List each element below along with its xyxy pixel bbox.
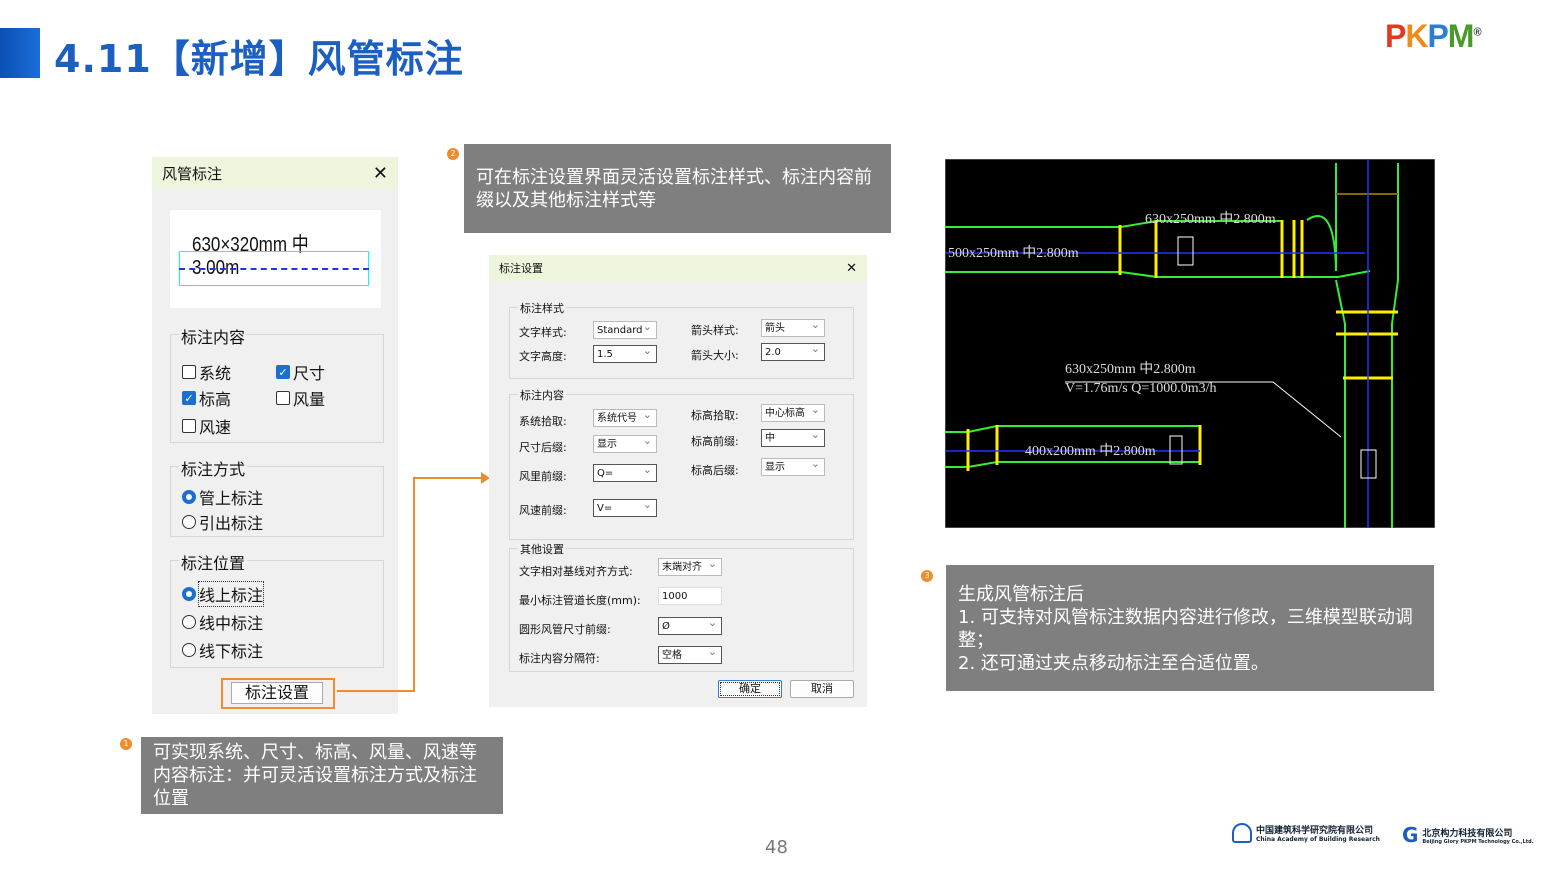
dialog-header: 风管标注 ✕	[152, 157, 398, 189]
flow-prefix-select[interactable]: Q=	[593, 463, 657, 482]
text-height-select[interactable]: 1.5	[593, 344, 657, 363]
close-icon[interactable]: ✕	[373, 163, 388, 184]
elevation-prefix-select[interactable]: 中	[761, 428, 825, 447]
checkbox-elevation[interactable]: ✓ 标高	[182, 386, 231, 410]
checkbox-velocity[interactable]: 风速	[182, 414, 231, 438]
elevation-pick-select[interactable]: 中心标高	[761, 403, 825, 422]
title-accent-bar	[0, 28, 40, 78]
cabr-logo: 中国建筑科学研究院有限公司 China Academy of Building R…	[1232, 823, 1380, 843]
cad-drawing: 630x250mm 中2.800m 500x250mm 中2.800m 630x…	[945, 159, 1435, 528]
marker-2: 2	[447, 148, 459, 160]
connector-line	[337, 477, 415, 691]
dialog-title: 风管标注	[162, 164, 223, 183]
cad-label-3b[interactable]: V=1.76m/s Q=1000.0m3/h	[1065, 381, 1217, 396]
speed-prefix-select[interactable]: V=	[593, 498, 657, 517]
cabr-emblem-icon	[1232, 823, 1252, 843]
slide-title: 4.11【新增】风管标注	[54, 37, 464, 81]
radio-leader[interactable]: 引出标注	[182, 510, 263, 534]
pkpm-company-logo: G 北京构力科技有限公司 Beijing Glory PKPM Technolog…	[1402, 823, 1534, 847]
align-select[interactable]: 末端对齐	[658, 557, 722, 576]
marker-3: 3	[921, 570, 933, 582]
checkbox-size[interactable]: ✓ 尺寸	[276, 360, 325, 384]
close-icon[interactable]: ✕	[846, 261, 857, 276]
annotation-preview: 630×320mm 中3.00m	[170, 210, 381, 308]
cancel-button[interactable]: 取消	[790, 680, 854, 698]
text-style-select[interactable]: Standard	[593, 320, 657, 339]
note-1: 可实现系统、尺寸、标高、风量、风速等内容标注：并可灵活设置标注方式及标注位置	[141, 737, 503, 814]
arrow-style-select[interactable]: 箭头	[761, 318, 825, 337]
cad-label-2[interactable]: 500x250mm 中2.800m	[948, 245, 1079, 261]
note-2: 可在标注设置界面灵活设置标注样式、标注内容前缀以及其他标注样式等	[464, 144, 891, 233]
pkpm-logo: PKPM®	[1385, 18, 1482, 54]
annotation-settings-dialog: 标注设置✕ 标注样式 文字样式: Standard 文字高度: 1.5 箭头样式…	[489, 255, 867, 707]
dialog-header: 标注设置 ✕	[489, 255, 867, 281]
cad-label-3a[interactable]: 630x250mm 中2.800m	[1065, 361, 1196, 377]
size-suffix-select[interactable]: 显示	[593, 434, 657, 453]
elevation-suffix-select[interactable]: 显示	[761, 457, 825, 476]
radio-above-line[interactable]: 线上标注	[182, 581, 265, 607]
radio-on-pipe[interactable]: 管上标注	[182, 485, 263, 509]
ok-button[interactable]: 确定	[718, 680, 782, 698]
arrow-size-select[interactable]: 2.0	[761, 342, 825, 361]
cad-label-4[interactable]: 400x200mm 中2.800m	[1025, 443, 1156, 459]
glory-emblem-icon: G	[1402, 823, 1419, 847]
note-3: 生成风管标注后 1. 可支持对风管标注数据内容进行修改，三维模型联动调整； 2.…	[946, 565, 1434, 691]
checkbox-system[interactable]: 系统	[182, 360, 231, 384]
radio-on-line[interactable]: 线中标注	[182, 610, 263, 634]
radio-below-line[interactable]: 线下标注	[182, 638, 263, 662]
min-length-input[interactable]: 1000	[658, 587, 722, 605]
round-prefix-select[interactable]: Ø	[658, 616, 722, 635]
page-number: 48	[765, 837, 788, 858]
checkbox-airflow[interactable]: 风量	[276, 386, 325, 410]
marker-1: 1	[120, 738, 132, 750]
separator-select[interactable]: 空格	[658, 645, 722, 664]
annotation-settings-button[interactable]: 标注设置	[231, 682, 323, 704]
cad-label-1[interactable]: 630x250mm 中2.800m	[1145, 211, 1276, 227]
system-pick-select[interactable]: 系统代号	[593, 408, 657, 427]
